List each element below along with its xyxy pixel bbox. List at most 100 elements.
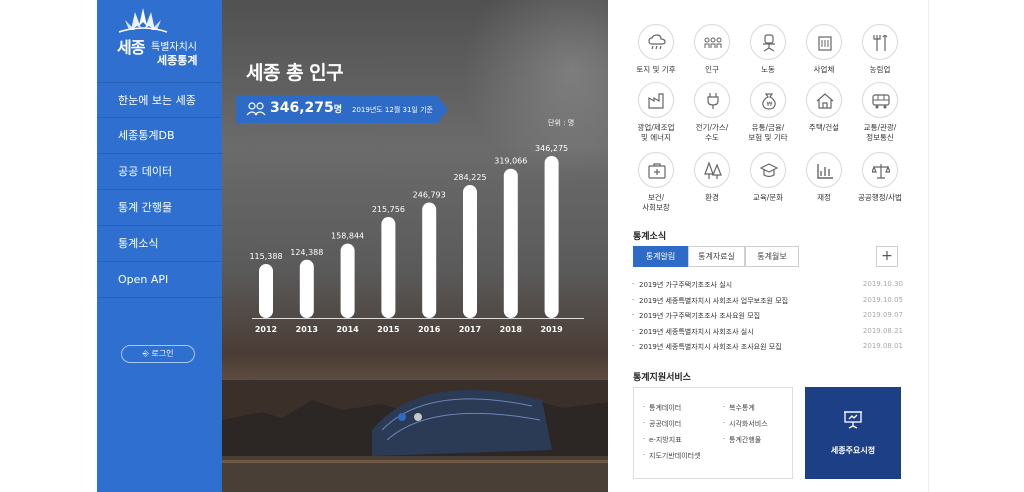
right-panel: 토지 및 기후 인구 노동 사업체 농림업 광업/제조업 및 에너지 전기/가스… (608, 0, 928, 492)
farm-tools-icon (873, 34, 888, 51)
category-label: 노동 (761, 65, 775, 74)
house-icon (816, 93, 834, 109)
chart-tick-label: 2018 (500, 325, 523, 334)
chart-tick-label: 2012 (255, 325, 277, 334)
graduation-cap-icon (760, 163, 778, 178)
category-agriculture[interactable]: 농림업 (850, 24, 910, 75)
category-environment[interactable]: 환경 (682, 152, 742, 203)
chart-bar-2015 (381, 217, 396, 318)
category-label: 교통/관광/ 정보통신 (863, 123, 897, 142)
chart-data-label: 346,275 (535, 144, 568, 153)
tab-monthly-report[interactable]: 통계월보 (745, 246, 799, 267)
news-more-button[interactable]: + (876, 246, 898, 267)
service-link[interactable]: 지도기반데이터셋 (643, 451, 700, 461)
news-item[interactable]: 2019년 가구주택기초조사 조사요원 모집 2019.09.07 (632, 309, 903, 325)
bus-icon (872, 94, 890, 109)
news-item[interactable]: 2019년 세종특별자치시 사회조사 실시 2019.08.21 (632, 325, 903, 341)
chart-data-label: 246,793 (413, 191, 446, 200)
category-population[interactable]: 인구 (682, 24, 742, 75)
menu-item-statistics-db[interactable]: 세종통계DB (97, 118, 222, 154)
chart-bar-2017 (463, 185, 477, 318)
category-education[interactable]: 교육/문화 (738, 152, 798, 203)
chart-tick-label: 2013 (296, 325, 318, 334)
service-link[interactable]: 복수통계 (723, 403, 755, 413)
service-link[interactable]: 시각화서비스 (723, 419, 768, 429)
slide-dot-1[interactable] (398, 413, 406, 421)
chart-data-label: 215,756 (372, 205, 405, 214)
category-label: 사업체 (813, 65, 835, 74)
plug-icon (707, 93, 719, 109)
news-item-date: 2019.09.07 (862, 311, 903, 319)
category-label: 주택/건설 (808, 123, 840, 132)
menu-item-public-data[interactable]: 공공 데이터 (97, 154, 222, 190)
chart-bar-2013 (299, 259, 314, 318)
news-item[interactable]: 2019년 가구주택기초조사 실시 2019.10.30 (632, 278, 903, 294)
news-item-date: 2019.08.01 (862, 342, 903, 350)
sidebar: 세종 특별자치시 세종통계 한눈에 보는 세종 세종통계DB 공공 데이터 통계… (97, 0, 222, 492)
category-label: 토지 및 기후 (636, 65, 676, 74)
service-link[interactable]: e-지방지표 (643, 435, 682, 445)
category-mining-manufacturing[interactable]: 광업/제조업 및 에너지 (626, 82, 686, 143)
news-section-title: 통계소식 (633, 232, 667, 242)
site-logo[interactable]: 세종 특별자치시 세종통계 (97, 0, 222, 80)
category-health[interactable]: 보건/ 사회보장 (626, 152, 686, 213)
login-button-label: 로그인 (151, 349, 174, 358)
total-population-value: 346,275명 (270, 100, 343, 116)
factory-icon (648, 93, 664, 109)
category-business[interactable]: 사업체 (794, 24, 854, 75)
slide-indicators (398, 406, 425, 425)
major-policies-button[interactable]: 세종주요시정 (805, 387, 901, 479)
category-transport[interactable]: 교통/관광/ 정보통신 (850, 82, 910, 143)
presentation-board-icon (844, 411, 862, 429)
menu-item-open-api[interactable]: Open API (97, 262, 222, 298)
chart-bar-2014 (340, 243, 355, 318)
population-chart: 115,388 2012 124,388 2013 158,844 2014 215,756… (249, 144, 584, 334)
category-utilities[interactable]: 전기/가스/ 수도 (682, 82, 742, 143)
category-label: 보건/ 사회보장 (642, 193, 670, 212)
chart-tick-label: 2019 (540, 325, 563, 334)
category-land-climate[interactable]: 토지 및 기후 (626, 24, 686, 75)
chart-unit-label: 단위 : 명 (548, 119, 575, 127)
category-housing[interactable]: 주택/건설 (794, 82, 854, 133)
service-link[interactable]: 공공데이터 (643, 419, 681, 429)
category-label: 재정 (817, 193, 831, 202)
service-link[interactable]: 통계데이터 (643, 403, 681, 413)
chart-data-label: 124,388 (290, 248, 323, 257)
chart-tick-label: 2015 (377, 325, 400, 334)
hero-title: 세종 총 인구 (246, 62, 344, 84)
logo-emblem-icon (118, 8, 168, 33)
slide-dot-2[interactable] (414, 413, 423, 421)
category-label: 공공행정/사법 (858, 193, 902, 202)
chart-data-label: 319,066 (494, 157, 527, 166)
service-link[interactable]: 통계간행물 (723, 435, 761, 445)
tab-notices[interactable]: 통계알림 (633, 246, 688, 267)
category-labor[interactable]: 노동 (738, 24, 798, 75)
category-label: 환경 (705, 193, 719, 202)
money-bag-icon: ₩ (762, 93, 776, 110)
city-skyline-image (222, 380, 608, 492)
category-label: 인구 (705, 65, 719, 74)
news-item[interactable]: 2019년 세종특별자치시 사회조사 조사요원 모집 2019.08.01 (632, 340, 903, 356)
category-administration[interactable]: 공공행정/사법 (850, 152, 910, 203)
major-policies-label: 세종주요시정 (830, 446, 876, 455)
category-finance[interactable]: ₩ 유통/금융/ 보험 및 기타 (738, 82, 798, 143)
news-item-title: 2019년 가구주택기초조사 조사요원 모집 (632, 311, 760, 321)
category-public-finance[interactable]: 재정 (794, 152, 854, 203)
people-icon (246, 102, 266, 116)
category-label: 유통/금융/ 보험 및 기타 (748, 123, 788, 142)
main-menu: 한눈에 보는 세종 세종통계DB 공공 데이터 통계 간행물 통계소식 Open… (97, 82, 222, 298)
chart-bar-2016 (422, 202, 437, 318)
menu-item-overview[interactable]: 한눈에 보는 세종 (97, 82, 222, 118)
login-button[interactable]: ⎆ 로그인 (121, 345, 195, 363)
logo-city-type: 특별자치시 (151, 42, 197, 53)
news-item-title: 2019년 가구주택기초조사 실시 (632, 280, 732, 290)
news-list: 2019년 가구주택기초조사 실시 2019.10.30 2019년 세종특별자치… (632, 278, 903, 356)
menu-item-publications[interactable]: 통계 간행물 (97, 190, 222, 226)
news-item-date: 2019.10.05 (862, 295, 903, 304)
chart-bar-2018 (503, 168, 518, 318)
menu-item-news[interactable]: 통계소식 (97, 226, 222, 262)
chart-data-label: 115,388 (249, 252, 282, 261)
chart-tick-label: 2017 (459, 325, 481, 334)
tab-data-room[interactable]: 통계자료실 (688, 246, 745, 267)
news-item[interactable]: 2019년 세종특별자치시 사회조사 업무보조원 모집 2019.10.05 (632, 294, 903, 310)
